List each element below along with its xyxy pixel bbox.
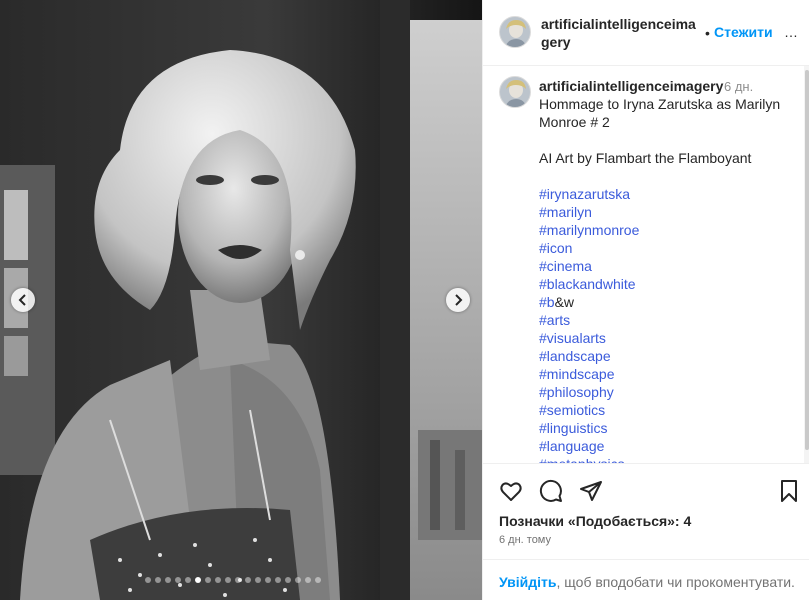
hashtag-link[interactable]: #b xyxy=(539,294,555,310)
hashtag-link[interactable]: #language xyxy=(539,438,604,454)
bookmark-icon xyxy=(781,480,797,502)
carousel-dot xyxy=(195,577,201,583)
share-button[interactable] xyxy=(579,479,603,503)
post-side-panel: artificialintelligenceimagery • Стежити … xyxy=(482,0,809,600)
hashtag-line: #language xyxy=(539,437,791,455)
carousel-dot xyxy=(265,577,271,583)
hashtag-line: #marilynmonroe xyxy=(539,221,791,239)
hashtag-line: #visualarts xyxy=(539,329,791,347)
like-button[interactable] xyxy=(499,479,523,503)
caption-title-line: Monroe # 2 xyxy=(539,114,610,130)
more-options-button[interactable]: … xyxy=(784,24,798,40)
carousel-dot xyxy=(155,577,161,583)
post-photo-carousel[interactable] xyxy=(0,0,482,600)
hashtag-line: #irynazarutska xyxy=(539,185,791,203)
post-header: artificialintelligenceimagery • Стежити … xyxy=(483,0,809,66)
carousel-dot xyxy=(245,577,251,583)
post-date[interactable]: 6 дн. тому xyxy=(499,534,551,546)
comments-section[interactable]: artificialintelligenceimagery 6 дн. Homm… xyxy=(483,66,804,463)
header-username[interactable]: artificialintelligenceimagery xyxy=(541,15,703,51)
login-prompt-text: Увійдіть, щоб вподобати чи прокоментуват… xyxy=(499,574,795,590)
post-actions: Позначки «Подобається»: 4 6 дн. тому Уві… xyxy=(483,463,809,600)
carousel-dot xyxy=(305,577,311,583)
hashtag-line: #metaphysics xyxy=(539,455,791,463)
hashtag-line: #mindscape xyxy=(539,365,791,383)
hashtag-link[interactable]: #marilyn xyxy=(539,204,592,220)
header-separator: • xyxy=(705,25,710,41)
hashtag-line: #cinema xyxy=(539,257,791,275)
hashtag-link[interactable]: #linguistics xyxy=(539,420,607,436)
hashtag-link[interactable]: #icon xyxy=(539,240,572,256)
avatar[interactable] xyxy=(499,76,531,108)
hashtag-link[interactable]: #marilynmonroe xyxy=(539,222,639,238)
caption-timestamp[interactable]: 6 дн. xyxy=(724,79,753,94)
caption-text: Hommage to Iryna Zarutska as Marilyn Mon… xyxy=(539,95,791,463)
caption-title-line: Hommage to Iryna Zarutska as Marilyn xyxy=(539,96,781,112)
carousel-dot xyxy=(145,577,151,583)
hashtag-list: #irynazarutska #marilyn #marilynmonroe #ico… xyxy=(539,185,791,463)
carousel-dot xyxy=(315,577,321,583)
hashtag-link[interactable]: #landscape xyxy=(539,348,611,364)
chevron-right-icon xyxy=(455,294,463,306)
hashtag-link[interactable]: #irynazarutska xyxy=(539,186,630,202)
hashtag-line: #marilyn xyxy=(539,203,791,221)
carousel-dot xyxy=(225,577,231,583)
login-prompt-rest: , щоб вподобати чи прокоментувати. xyxy=(556,574,795,590)
carousel-dot xyxy=(215,577,221,583)
hashtag-link[interactable]: #mindscape xyxy=(539,366,615,382)
hashtag-link[interactable]: #cinema xyxy=(539,258,592,274)
login-link[interactable]: Увійдіть xyxy=(499,574,557,590)
carousel-dot xyxy=(205,577,211,583)
carousel-next-button[interactable] xyxy=(446,288,470,312)
hashtag-line: #landscape xyxy=(539,347,791,365)
hashtag-link[interactable]: #blackandwhite xyxy=(539,276,636,292)
carousel-dot xyxy=(185,577,191,583)
carousel-dot xyxy=(295,577,301,583)
hashtag-plain-text: &w xyxy=(554,294,575,310)
hashtag-line: #b&w xyxy=(539,293,791,311)
carousel-dot xyxy=(275,577,281,583)
chevron-left-icon xyxy=(18,294,26,306)
heart-icon xyxy=(500,482,522,501)
comment-button[interactable] xyxy=(539,479,563,503)
hashtag-line: #blackandwhite xyxy=(539,275,791,293)
hashtag-line: #icon xyxy=(539,239,791,257)
carousel-dot xyxy=(235,577,241,583)
carousel-dot xyxy=(175,577,181,583)
carousel-dots xyxy=(145,577,321,583)
carousel-dot xyxy=(165,577,171,583)
hashtag-line: #semiotics xyxy=(539,401,791,419)
scrollbar-thumb[interactable] xyxy=(805,70,809,450)
login-prompt: Увійдіть, щоб вподобати чи прокоментуват… xyxy=(483,559,809,600)
save-button[interactable] xyxy=(777,479,801,503)
hashtag-line: #linguistics xyxy=(539,419,791,437)
comment-bubble-icon xyxy=(539,479,562,502)
carousel-dot xyxy=(255,577,261,583)
hashtag-link[interactable]: #semiotics xyxy=(539,402,605,418)
caption-username[interactable]: artificialintelligenceimagery xyxy=(539,78,723,94)
paper-plane-icon xyxy=(580,481,602,501)
avatar[interactable] xyxy=(499,16,531,48)
post-photo xyxy=(0,0,482,600)
hashtag-link[interactable]: #visualarts xyxy=(539,330,606,346)
carousel-dot xyxy=(285,577,291,583)
hashtag-line: #philosophy xyxy=(539,383,791,401)
hashtag-link[interactable]: #philosophy xyxy=(539,384,614,400)
carousel-prev-button[interactable] xyxy=(11,288,35,312)
likes-count[interactable]: Позначки «Подобається»: 4 xyxy=(499,513,691,529)
hashtag-link[interactable]: #arts xyxy=(539,312,570,328)
follow-button[interactable]: Стежити xyxy=(714,24,773,40)
hashtag-line: #arts xyxy=(539,311,791,329)
hashtag-link[interactable]: #metaphysics xyxy=(539,456,625,463)
caption-credit: AI Art by Flambart the Flamboyant xyxy=(539,150,752,166)
